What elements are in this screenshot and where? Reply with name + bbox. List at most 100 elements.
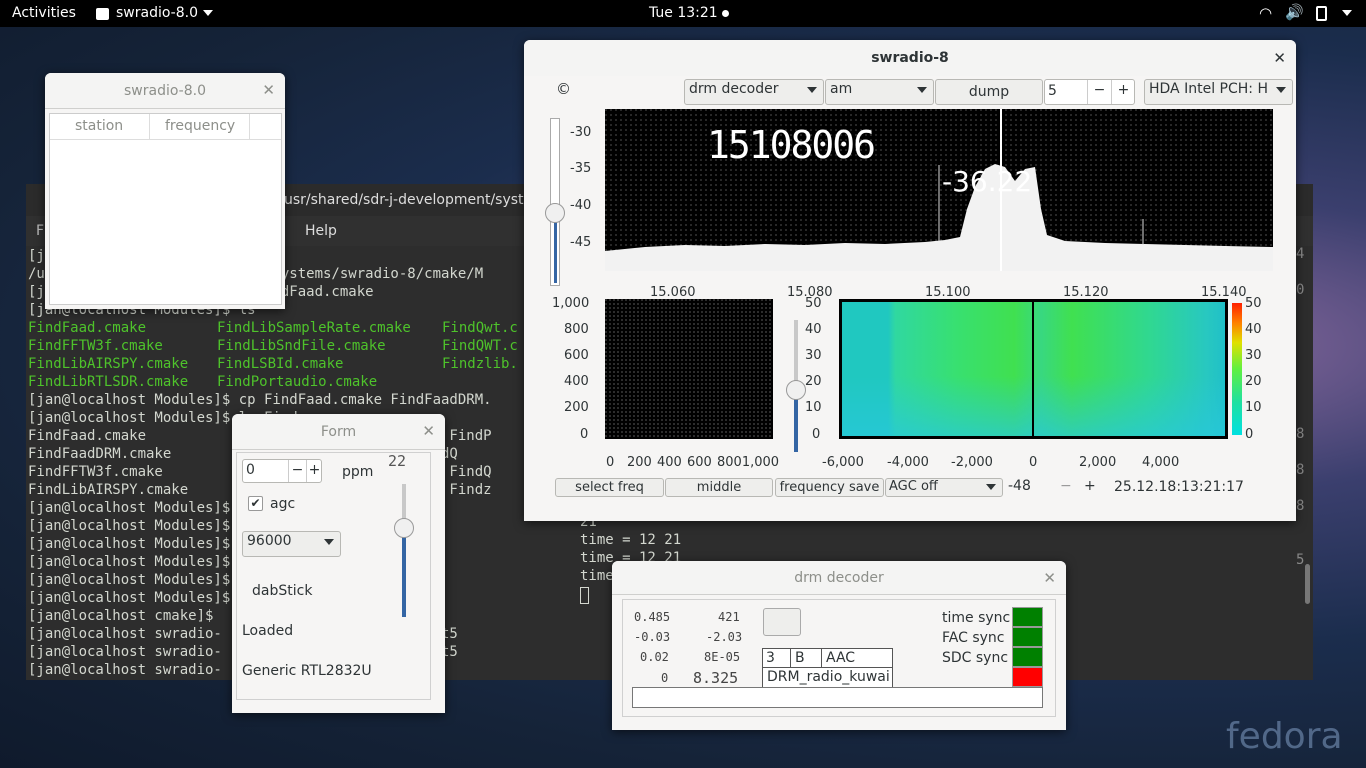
plus-button[interactable]: + [306, 460, 322, 482]
scope-y-tick: 0 [580, 427, 589, 442]
spectrum-display[interactable]: 15108006 -36.22 [605, 109, 1273, 271]
select-freq-button[interactable]: select freq [555, 478, 664, 497]
mode-select[interactable]: am [825, 79, 934, 105]
scale-tick: 10 [1245, 400, 1262, 415]
activities-button[interactable]: Activities [12, 5, 76, 21]
dump-button[interactable]: dump [935, 79, 1043, 105]
app-icon [96, 8, 109, 20]
close-icon[interactable]: ✕ [262, 81, 275, 99]
device-select-value: HDA Intel PCH: H [1149, 81, 1268, 97]
terminal-line: time = 12 21 [580, 532, 682, 548]
wifi-icon[interactable]: ◠ [1259, 4, 1272, 22]
plus-button[interactable]: + [1111, 80, 1135, 104]
battery-icon[interactable] [1316, 6, 1327, 21]
middle-button[interactable]: middle [665, 478, 773, 497]
terminal-side-digit: 4 [1296, 246, 1305, 262]
close-icon[interactable]: ✕ [422, 422, 435, 440]
minus-button[interactable]: − [1060, 478, 1072, 494]
scope-x-tick: 400 [657, 455, 682, 470]
ls-entry: FindQWT.c [442, 338, 518, 354]
notification-dot-icon [722, 10, 729, 17]
volume-icon[interactable]: 🔊 [1285, 3, 1304, 21]
agc-checkbox[interactable]: ✔ [248, 496, 263, 511]
menu-file[interactable]: F [36, 223, 44, 239]
form-window[interactable]: Form ✕ 0 − + ppm 22 ✔ agc 96000 dabStick… [232, 414, 445, 713]
top-bar: Activities swradio-8.0 Tue 13:21 ◠ 🔊 [0, 0, 1366, 27]
station-list-window[interactable]: swradio-8.0 ✕ station frequency [45, 73, 285, 309]
app-menu[interactable]: swradio-8.0 [116, 5, 198, 21]
y-tick: -40 [570, 198, 592, 213]
device-name: dabStick [252, 583, 313, 599]
terminal-cursor [580, 587, 589, 604]
spectrum-level-slider[interactable] [545, 118, 565, 286]
time-sync-label: time sync [942, 610, 1011, 626]
agc-select[interactable]: AGC off [885, 478, 1003, 497]
terminal-scrollbar[interactable] [1305, 564, 1310, 604]
terminal-line: time [580, 568, 614, 584]
column-frequency[interactable]: frequency [165, 118, 235, 134]
copyright-icon[interactable]: © [556, 80, 571, 98]
scope-y-tick: 800 [564, 322, 589, 337]
drm-lcd: 421 [718, 610, 740, 624]
mode-select-value: am [830, 81, 853, 97]
chevron-down-icon [203, 10, 213, 16]
agc-spinbox[interactable]: -48 − + [1005, 477, 1105, 498]
level-display: -36.22 [942, 165, 1033, 198]
close-icon[interactable]: ✕ [1273, 49, 1286, 67]
slider-handle[interactable] [394, 518, 414, 538]
dump-spinbox[interactable]: 5 − + [1044, 79, 1135, 105]
ppm-spinbox[interactable]: 0 − + [242, 459, 322, 483]
terminal-line: [j [28, 248, 45, 264]
spinbox-value: 0 [246, 462, 255, 478]
waterfall-slider[interactable] [786, 320, 806, 452]
column-station[interactable]: station [75, 118, 123, 134]
drm-lcd: 0.02 [640, 650, 669, 664]
scale-tick: 50 [1245, 296, 1262, 311]
agc-label: agc [270, 496, 296, 512]
table-header: station frequency [50, 114, 281, 140]
freq-tick: 15.100 [925, 285, 971, 300]
sample-rate-select[interactable]: 96000 [242, 531, 341, 557]
slider-handle[interactable] [786, 380, 806, 400]
swradio-main-window[interactable]: swradio-8 ✕ © drm decoder am dump 5 − + … [524, 40, 1296, 521]
drm-lcd: -0.03 [634, 630, 671, 644]
drm-info-row: 3 B AAC [762, 648, 893, 668]
audio-device-select[interactable]: HDA Intel PCH: H [1144, 79, 1293, 105]
ls-entry: FindLibAIRSPY.cmake [28, 356, 189, 372]
station-table[interactable]: station frequency [49, 113, 282, 305]
device-status: Loaded [242, 623, 294, 639]
waterfall-display[interactable] [839, 299, 1228, 439]
ls-entry: FindLibSndFile.cmake [217, 338, 386, 354]
audio-status-indicator [1012, 667, 1043, 687]
constellation-display[interactable] [605, 299, 773, 439]
tuner-name: Generic RTL2832U [242, 663, 372, 679]
drm-message-field [632, 687, 1043, 708]
drm-station-row: DRM_radio_kuwai [762, 668, 893, 688]
scale-tick: 40 [1245, 322, 1262, 337]
y-tick: -35 [570, 161, 592, 176]
drm-decoder-window[interactable]: drm decoder ✕ 0.485 421 -0.03 -2.03 0.02… [612, 561, 1066, 730]
minus-button[interactable]: − [288, 460, 306, 482]
menu-help[interactable]: Help [305, 223, 337, 239]
minus-button[interactable]: − [1087, 80, 1111, 104]
terminal-line: [jan@localhost cmake]$ [28, 608, 214, 624]
plus-button[interactable]: + [1084, 478, 1096, 494]
wf-x-tick: -4,000 [887, 455, 929, 470]
slider-handle[interactable] [545, 203, 565, 223]
wf-y-tick: 0 [812, 427, 821, 442]
chevron-down-icon [917, 87, 927, 93]
freq-tick: 15.140 [1201, 285, 1247, 300]
frequency-save-button[interactable]: frequency save [775, 478, 884, 497]
terminal-side-digit: 0 [1296, 282, 1305, 298]
gain-slider[interactable] [394, 484, 414, 617]
system-menu-chevron-icon[interactable] [1342, 10, 1352, 16]
terminal-line: [jan@localhost swradio- [28, 662, 222, 678]
ls-entry: Findzlib. [442, 356, 518, 372]
scope-y-tick: 200 [564, 400, 589, 415]
drm-indicator-button[interactable] [763, 608, 801, 636]
decoder-select[interactable]: drm decoder [684, 79, 824, 105]
frequency-display: 15108006 [707, 123, 876, 167]
close-icon[interactable]: ✕ [1043, 569, 1056, 587]
clock[interactable]: Tue 13:21 [649, 5, 718, 21]
drm-lcd: 0.485 [634, 610, 671, 624]
